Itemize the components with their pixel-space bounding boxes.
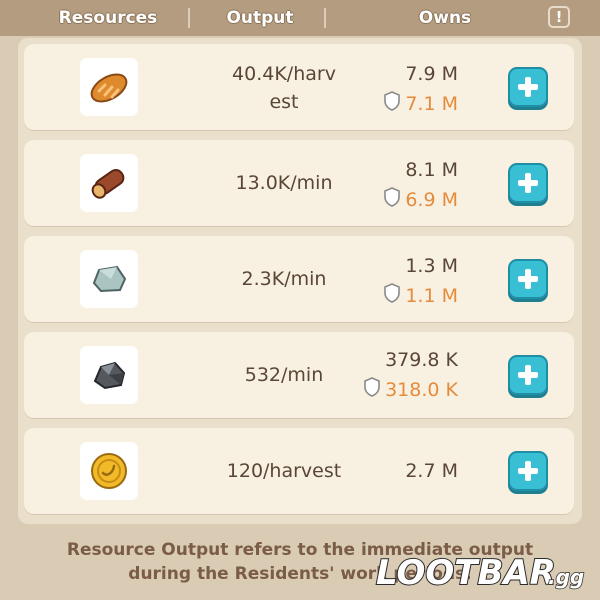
output-value: 2.3K/min xyxy=(241,268,327,290)
stone-icon xyxy=(92,265,127,293)
resource-icon-box xyxy=(80,58,138,116)
header-output: Output xyxy=(226,8,294,28)
protected-amount: 6.9 M xyxy=(383,186,458,215)
resource-icon-box xyxy=(80,442,138,500)
bread-icon xyxy=(90,73,128,103)
add-stone-button[interactable] xyxy=(508,259,548,299)
resource-row-iron: 532/min 379.8 K 318.0 K xyxy=(24,332,574,418)
info-icon[interactable]: ! xyxy=(548,6,570,28)
table-header: Resources Output Owns ! xyxy=(0,0,600,36)
resource-icon-box xyxy=(80,346,138,404)
output-value: 120/harvest xyxy=(226,460,342,482)
owned-amount: 379.8 K xyxy=(385,349,458,371)
header-resources: Resources xyxy=(58,8,158,28)
header-divider xyxy=(188,8,190,28)
resource-row-wood: 13.0K/min 8.1 M 6.9 M xyxy=(24,140,574,226)
protected-value: 7.1 M xyxy=(405,93,458,115)
protected-amount: 7.1 M xyxy=(383,90,458,119)
resource-row-stone: 2.3K/min 1.3 M 1.1 M xyxy=(24,236,574,322)
protected-amount: 318.0 K xyxy=(363,376,458,405)
owned-amount: 2.7 M xyxy=(405,460,458,482)
iron-ore-icon xyxy=(93,361,126,390)
shield-icon xyxy=(383,90,401,119)
gold-coin-icon xyxy=(91,453,127,489)
svg-text:.gg: .gg xyxy=(548,565,584,589)
protected-value: 6.9 M xyxy=(405,189,458,211)
protected-value: 318.0 K xyxy=(385,379,458,401)
owned-amount: 1.3 M xyxy=(405,255,458,277)
shield-icon xyxy=(383,282,401,311)
output-value: 532/min xyxy=(244,364,324,386)
resource-icon-box xyxy=(80,154,138,212)
add-iron-button[interactable] xyxy=(508,355,548,395)
header-divider xyxy=(324,8,326,28)
resource-row-gold: 120/harvest 2.7 M xyxy=(24,428,574,514)
header-owns: Owns xyxy=(418,8,472,28)
protected-amount: 1.1 M xyxy=(383,282,458,311)
add-wood-button[interactable] xyxy=(508,163,548,203)
resource-row-bread: 40.4K/harv est 7.9 M 7.1 M xyxy=(24,44,574,130)
resource-icon-box xyxy=(80,250,138,308)
owned-amount: 7.9 M xyxy=(405,63,458,85)
add-bread-button[interactable] xyxy=(508,67,548,107)
lootbar-watermark-logo: LOOTBAR .gg xyxy=(375,552,585,592)
wood-log-icon xyxy=(91,169,125,199)
output-value: 40.4K/harv xyxy=(232,63,336,85)
output-value-wrap: est xyxy=(269,91,299,113)
shield-icon xyxy=(383,186,401,215)
add-gold-button[interactable] xyxy=(508,451,548,491)
shield-icon xyxy=(363,376,381,405)
protected-value: 1.1 M xyxy=(405,285,458,307)
owned-amount: 8.1 M xyxy=(405,159,458,181)
output-value: 13.0K/min xyxy=(235,172,333,194)
svg-text:LOOTBAR: LOOTBAR xyxy=(376,553,556,592)
